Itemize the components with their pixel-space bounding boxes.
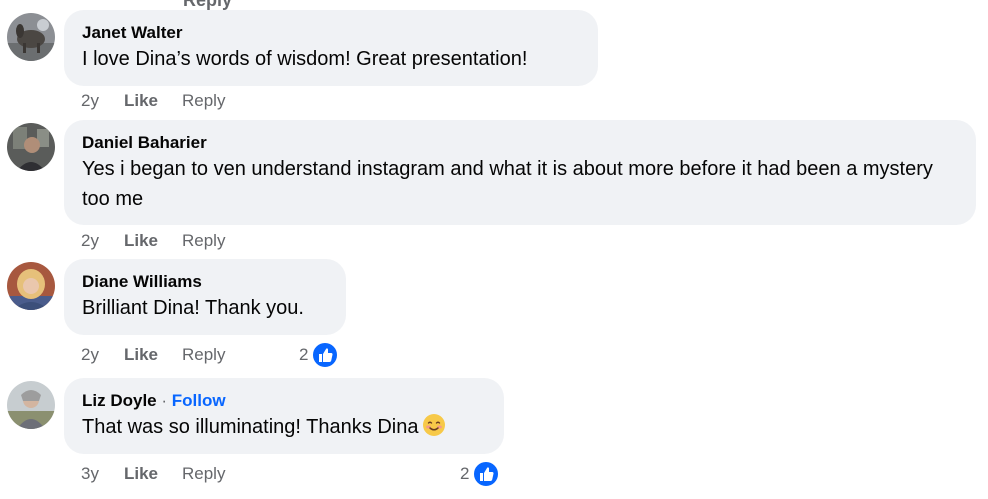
comment-author[interactable]: Daniel Baharier [82, 132, 958, 154]
avatar[interactable] [7, 123, 55, 171]
comment-timestamp[interactable]: 2y [81, 229, 99, 253]
avatar-blonde-person-photo-icon [7, 262, 55, 310]
follow-button[interactable]: Follow [172, 391, 226, 410]
reaction-count: 2 [460, 464, 470, 483]
comment-bubble: Janet Walter I love Dina’s words of wisd… [64, 10, 598, 86]
reply-button[interactable]: Reply [182, 343, 225, 367]
avatar[interactable] [7, 13, 55, 61]
like-thumb-icon [472, 460, 500, 488]
like-thumb-icon [311, 341, 339, 369]
comment-text: Yes i began to ven understand instagram … [82, 158, 933, 210]
avatar-person-photo-icon [7, 123, 55, 171]
comment-timestamp[interactable]: 2y [81, 89, 99, 113]
comment-author[interactable]: Diane Williams [82, 271, 328, 293]
comment-text: That was so illuminating! Thanks Dina [82, 416, 419, 438]
comment-author[interactable]: Janet Walter [82, 22, 580, 44]
smiling-face-emoji-icon [423, 414, 446, 436]
comment-bubble: Daniel Baharier Yes i began to ven under… [64, 120, 976, 225]
comment-text-row: That was so illuminating! Thanks Dina [82, 412, 486, 442]
like-button[interactable]: Like [124, 462, 158, 486]
avatar[interactable] [7, 262, 55, 310]
comment-bubble: Liz Doyle · Follow That was so illuminat… [64, 378, 504, 454]
avatar[interactable] [7, 381, 55, 429]
comment-bubble: Diane Williams Brilliant Dina! Thank you… [64, 259, 346, 335]
comment-timestamp[interactable]: 2y [81, 343, 99, 367]
like-button[interactable]: Like [124, 89, 158, 113]
comments-section: Reply Janet Walter I love Dina’s words o… [0, 0, 988, 499]
reaction-summary[interactable]: 2 [460, 460, 502, 488]
avatar-horse-photo-icon [7, 13, 55, 61]
comment-author[interactable]: Liz Doyle [82, 391, 157, 410]
like-button[interactable]: Like [124, 229, 158, 253]
reply-button[interactable]: Reply [182, 462, 225, 486]
reply-button[interactable]: Reply [182, 89, 225, 113]
separator-dot: · [161, 391, 168, 410]
avatar-outdoor-person-photo-icon [7, 381, 55, 429]
reply-button[interactable]: Reply [182, 229, 225, 253]
comment-timestamp[interactable]: 3y [81, 462, 99, 486]
comment-text: Brilliant Dina! Thank you. [82, 297, 304, 319]
reaction-summary[interactable]: 2 [299, 341, 341, 369]
reaction-count: 2 [299, 345, 309, 364]
comment-text: I love Dina’s words of wisdom! Great pre… [82, 48, 528, 70]
like-button[interactable]: Like [124, 343, 158, 367]
comment-author-row: Liz Doyle · Follow [82, 390, 486, 412]
